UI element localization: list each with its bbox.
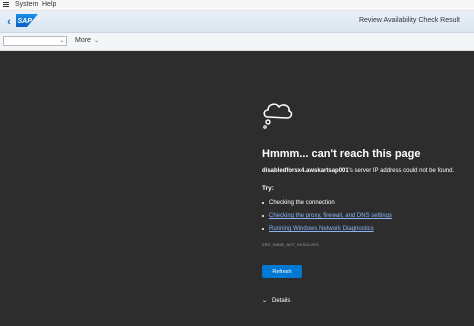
proxy-firewall-dns-link[interactable]: Checking the proxy, firewall, and DNS se… <box>269 213 392 219</box>
chevron-down-icon: ⌄ <box>59 38 65 44</box>
chevron-left-icon: ‹ <box>7 15 11 28</box>
bullet-icon <box>262 215 264 217</box>
suggestion-item: Checking the proxy, firewall, and DNS se… <box>262 213 392 219</box>
error-code: ERR_NAME_NOT_RESOLVED <box>262 242 319 247</box>
page-title: Review Availability Check Result <box>358 17 460 24</box>
toolbar: ⌄ More ⌄ <box>0 33 474 51</box>
suggestion-item: Checking the connection <box>262 200 335 206</box>
error-host: disabledforsx4.awskartsap001 <box>262 168 349 174</box>
sap-logo-text: SAP <box>18 18 33 25</box>
back-button[interactable]: ‹ <box>4 15 14 28</box>
menu-item-system[interactable]: System <box>15 1 38 9</box>
browser-error-page: Hmmm... can't reach this page disabledfo… <box>0 51 474 326</box>
shell-header: ‹ SAP Review Availability Check Result <box>0 11 474 33</box>
hamburger-menu-icon[interactable] <box>3 2 9 7</box>
try-label: Try: <box>262 185 274 192</box>
error-message-text: 's server IP address could not be found. <box>348 168 455 174</box>
menu-item-label: Help <box>42 1 57 8</box>
suggestion-text: Checking the connection <box>269 200 335 206</box>
error-heading: Hmmm... can't reach this page <box>262 148 421 160</box>
menu-bar: System Help <box>0 0 474 11</box>
sap-logo: SAP <box>16 14 38 27</box>
thought-cloud-icon <box>263 103 293 129</box>
menu-item-help[interactable]: Help <box>42 1 56 9</box>
command-field-dropdown[interactable]: ⌄ <box>58 37 66 45</box>
bullet-icon <box>262 228 264 230</box>
network-diagnostics-link[interactable]: Running Windows Network Diagnostics <box>269 226 374 232</box>
chevron-down-icon: ⌄ <box>262 298 268 304</box>
chevron-down-icon: ⌄ <box>93 38 99 44</box>
more-label: More <box>75 37 91 44</box>
details-toggle[interactable]: ⌄ Details <box>262 297 291 305</box>
error-message: disabledforsx4.awskartsap001's server IP… <box>262 168 454 174</box>
menu-item-label: System <box>15 1 39 8</box>
suggestion-item: Running Windows Network Diagnostics <box>262 226 374 232</box>
bullet-icon <box>262 202 264 204</box>
details-label: Details <box>272 297 291 304</box>
refresh-button[interactable]: Refresh <box>262 265 302 278</box>
more-button[interactable]: More ⌄ <box>75 37 99 44</box>
